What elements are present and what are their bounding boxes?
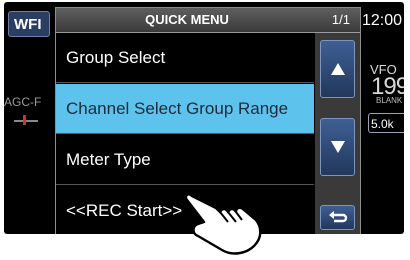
quick-menu-title: QUICK MENU <box>145 12 229 27</box>
return-arrow-icon <box>328 210 347 222</box>
triangle-up-icon <box>330 63 345 75</box>
menu-item-group-select[interactable]: Group Select <box>56 33 314 83</box>
menu-item-label: Meter Type <box>66 150 151 169</box>
channel-state: BLANK <box>376 96 403 105</box>
scroll-down-button[interactable] <box>320 118 355 176</box>
agc-indicator-line <box>14 120 38 122</box>
menu-item-label: Group Select <box>66 48 166 67</box>
menu-item-label: <<REC Start>> <box>66 201 183 220</box>
scroll-up-button[interactable] <box>320 40 355 98</box>
page-indicator: 1/1 <box>331 12 350 27</box>
tapping-hand-icon <box>178 193 262 255</box>
triangle-down-icon <box>330 141 345 153</box>
clock: 12:00 <box>362 12 403 29</box>
tuning-step-button[interactable]: 5.0k <box>368 113 404 133</box>
agc-indicator-mark <box>23 115 26 125</box>
menu-item-label: Channel Select Group Range <box>66 99 289 118</box>
menu-item-meter-type[interactable]: Meter Type <box>56 135 314 185</box>
menu-item-channel-select-group-range[interactable]: Channel Select Group Range <box>56 84 314 134</box>
mode-button[interactable]: WFI <box>8 11 50 37</box>
agc-label: AGC-F <box>4 95 42 109</box>
back-button[interactable] <box>320 205 355 230</box>
quick-menu-header: QUICK MENU 1/1 <box>56 8 360 33</box>
